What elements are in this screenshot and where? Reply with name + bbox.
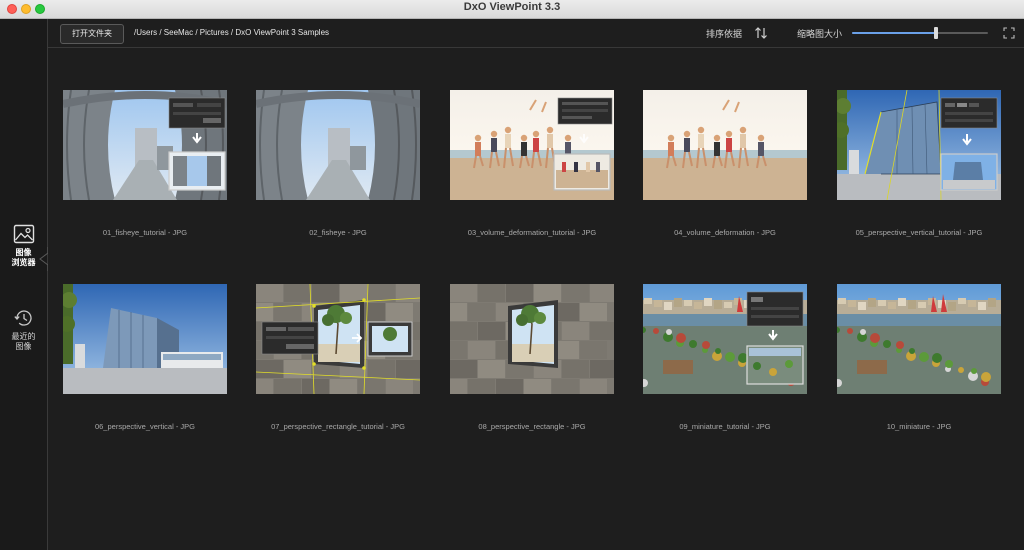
sidebar-item-label: 最近的 xyxy=(11,332,36,341)
sidebar: 图像 浏览器 最近的 图像 xyxy=(0,19,48,550)
image-thumbnail-cell[interactable]: 02_fisheye - JPG xyxy=(256,90,420,237)
thumbnail-size-label: 缩略图大小 xyxy=(797,30,843,40)
app-window: DxO ViewPoint 3.3 图像 浏览器 最近的 图像 打开文件夹 /U… xyxy=(0,0,1024,550)
image-thumbnail[interactable] xyxy=(256,284,420,394)
image-thumbnail[interactable] xyxy=(450,284,614,394)
slider-fill xyxy=(852,32,937,34)
thumbnail-image xyxy=(450,284,614,394)
sort-label: 排序依据 xyxy=(706,30,743,40)
image-thumbnail[interactable] xyxy=(837,90,1001,200)
image-thumbnail[interactable] xyxy=(63,90,227,200)
thumbnail-image xyxy=(450,90,614,200)
image-thumbnail[interactable] xyxy=(837,284,1001,394)
image-thumbnail-cell[interactable]: 05_perspective_vertical_tutorial - JPG xyxy=(837,90,1001,237)
sort-order-icon[interactable] xyxy=(754,26,768,40)
slider-handle[interactable] xyxy=(934,27,939,39)
thumbnail-image xyxy=(63,90,227,200)
open-folder-button[interactable]: 打开文件夹 xyxy=(60,24,124,44)
image-thumbnail-cell[interactable]: 03_volume_deformation_tutorial - JPG xyxy=(450,90,614,237)
thumbnail-image xyxy=(643,90,807,200)
image-thumbnail-cell[interactable]: 06_perspective_vertical - JPG xyxy=(63,284,227,431)
image-caption: 06_perspective_vertical - JPG xyxy=(94,422,196,431)
image-caption: 02_fisheye - JPG xyxy=(309,228,367,237)
title-bar: DxO ViewPoint 3.3 xyxy=(0,0,1024,19)
image-thumbnail-cell[interactable]: 01_fisheye_tutorial - JPG xyxy=(63,90,227,237)
image-thumbnail-cell[interactable]: 10_miniature - JPG xyxy=(837,284,1001,431)
sidebar-item-recent-images[interactable]: 最近的 图像 xyxy=(0,308,47,352)
image-thumbnail[interactable] xyxy=(63,284,227,394)
image-caption: 08_perspective_rectangle - JPG xyxy=(478,422,586,431)
thumbnail-image xyxy=(837,284,1001,394)
thumbnail-image xyxy=(63,284,227,394)
image-grid: 01_fisheye_tutorial - JPG 02_fisheye - JP… xyxy=(48,48,1024,550)
image-caption: 09_miniature_tutorial - JPG xyxy=(679,422,771,431)
image-thumbnail-cell[interactable]: 07_perspective_rectangle_tutorial - JPG xyxy=(256,284,420,431)
image-caption: 03_volume_deformation_tutorial - JPG xyxy=(467,228,597,237)
clock-icon xyxy=(13,310,32,326)
thumbnail-image xyxy=(643,284,807,394)
image-thumbnail[interactable] xyxy=(256,90,420,200)
image-caption: 04_volume_deformation - JPG xyxy=(674,228,776,237)
thumbnail-size-slider[interactable] xyxy=(852,27,988,39)
window-title: DxO ViewPoint 3.3 xyxy=(463,1,561,13)
thumbnail-image xyxy=(256,90,420,200)
image-thumbnail[interactable] xyxy=(643,284,807,394)
fullscreen-icon[interactable] xyxy=(1003,27,1015,39)
folder-path: /Users / SeeMac / Pictures / DxO ViewPoi… xyxy=(134,28,330,37)
toolbar: 打开文件夹 /Users / SeeMac / Pictures / DxO V… xyxy=(48,19,1024,48)
thumbnail-image xyxy=(256,284,420,394)
image-caption: 07_perspective_rectangle_tutorial - JPG xyxy=(271,422,405,431)
active-pointer-icon xyxy=(39,247,48,271)
image-icon xyxy=(13,224,34,244)
thumbnail-image xyxy=(837,90,1001,200)
image-thumbnail[interactable] xyxy=(450,90,614,200)
image-thumbnail-cell[interactable]: 09_miniature_tutorial - JPG xyxy=(643,284,807,431)
image-thumbnail-cell[interactable]: 08_perspective_rectangle - JPG xyxy=(450,284,614,431)
image-caption: 10_miniature - JPG xyxy=(886,422,952,431)
image-caption: 05_perspective_vertical_tutorial - JPG xyxy=(855,228,983,237)
image-thumbnail[interactable] xyxy=(643,90,807,200)
image-thumbnail-cell[interactable]: 04_volume_deformation - JPG xyxy=(643,90,807,237)
sidebar-item-label: 图像 xyxy=(15,342,32,351)
image-caption: 01_fisheye_tutorial - JPG xyxy=(102,228,188,237)
